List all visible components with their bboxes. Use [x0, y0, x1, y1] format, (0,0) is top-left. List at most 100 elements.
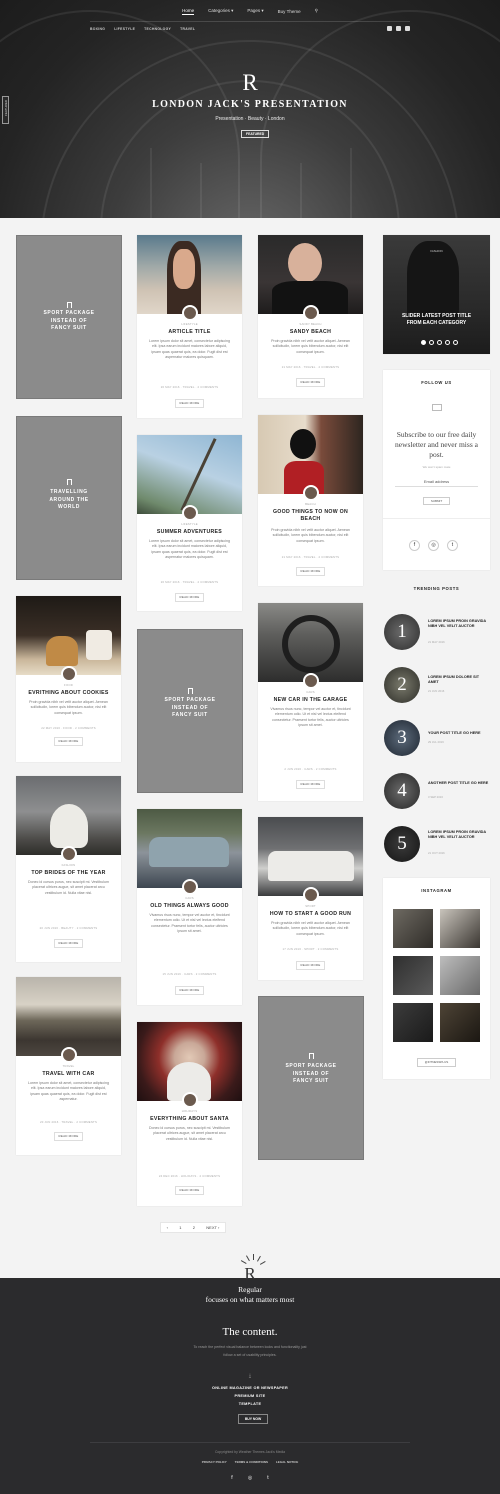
- privacy-policy-link[interactable]: PRIVACY POLICY: [202, 1460, 227, 1464]
- instagram-icon[interactable]: ◎: [428, 540, 439, 551]
- post-image-old-car[interactable]: [137, 809, 242, 888]
- pagination-page-2[interactable]: 2: [193, 1225, 195, 1230]
- avatar[interactable]: [182, 505, 198, 521]
- post-image-travel[interactable]: [16, 977, 121, 1056]
- nav-categories[interactable]: Categories ▾: [208, 8, 233, 14]
- post-category[interactable]: BEACH: [258, 502, 363, 506]
- twitter-icon[interactable]: [405, 26, 410, 31]
- read-more-button[interactable]: READ MORE: [54, 737, 83, 746]
- post-title[interactable]: SUMMER ADVENTURES: [143, 529, 236, 536]
- trending-number[interactable]: 5: [384, 826, 420, 862]
- post-image-cookies[interactable]: [16, 596, 121, 675]
- gray-card[interactable]: SPORT PACKAGE INSTEAD OF FANCY SUIT: [258, 996, 364, 1160]
- slider-title[interactable]: SLIDER LATEST POST TITLE FROM EACH CATEG…: [401, 313, 472, 327]
- post-image-article[interactable]: [137, 235, 242, 314]
- avatar[interactable]: [61, 1047, 77, 1063]
- read-more-button[interactable]: READ MORE: [54, 939, 83, 948]
- subnav-boxing[interactable]: BOXING: [90, 27, 105, 31]
- post-category[interactable]: HOLIDAYS: [137, 1109, 242, 1113]
- twitter-icon[interactable]: t: [447, 540, 458, 551]
- instagram-photo[interactable]: [393, 956, 433, 995]
- pagination-page-1[interactable]: 1: [179, 1225, 181, 1230]
- subnav-technology[interactable]: TECHNOLOGY: [144, 27, 171, 31]
- avatar[interactable]: [182, 1092, 198, 1108]
- legal-notice-link[interactable]: LEGAL NOTICE: [276, 1460, 298, 1464]
- post-image-summer[interactable]: [137, 435, 242, 514]
- post-title[interactable]: EVERYTHING ABOUT SANTA: [143, 1116, 236, 1123]
- post-category[interactable]: FOOD: [16, 683, 121, 687]
- submit-button[interactable]: SUBMIT: [423, 497, 450, 505]
- post-category[interactable]: TRAVEL: [16, 1064, 121, 1068]
- post-title[interactable]: NEW CAR IN THE GARAGE: [264, 697, 357, 704]
- post-image-santa[interactable]: [137, 1022, 242, 1101]
- buy-now-button[interactable]: BUY NOW: [238, 1414, 268, 1424]
- instagram-photo[interactable]: [440, 909, 480, 948]
- slider-dot[interactable]: [453, 340, 458, 345]
- post-category[interactable]: SPORT: [258, 904, 363, 908]
- trending-post-title[interactable]: LOREM IPSUM PROIN GRAVIDA NIBH VEL VELIT…: [428, 830, 490, 841]
- subnav-travel[interactable]: TRAVEL: [180, 27, 195, 31]
- search-icon[interactable]: ⚲: [315, 8, 318, 14]
- trending-number[interactable]: 4: [384, 773, 420, 809]
- post-image-run[interactable]: [258, 817, 363, 896]
- nav-pages[interactable]: Pages ▾: [247, 8, 263, 14]
- read-more-button[interactable]: READ MORE: [296, 567, 325, 576]
- nav-home[interactable]: Home: [182, 8, 195, 15]
- slider-dot[interactable]: [429, 340, 434, 345]
- facebook-icon[interactable]: [387, 26, 392, 31]
- read-more-button[interactable]: READ MORE: [175, 1186, 204, 1195]
- trending-number[interactable]: 3: [384, 720, 420, 756]
- facebook-icon[interactable]: f: [409, 540, 420, 551]
- gray-card[interactable]: SPORT PACKAGE INSTEAD OF FANCY SUIT: [16, 235, 122, 399]
- post-image-new-car[interactable]: [258, 603, 363, 682]
- slider-dot[interactable]: [421, 340, 426, 345]
- read-more-button[interactable]: READ MORE: [54, 1132, 83, 1141]
- slider-widget[interactable]: FASHION SLIDER LATEST POST TITLE FROM EA…: [383, 235, 490, 354]
- post-title[interactable]: TOP BRIDES OF THE YEAR: [22, 870, 115, 877]
- post-title[interactable]: HOW TO START A GOOD RUN: [264, 911, 357, 918]
- avatar[interactable]: [61, 846, 77, 862]
- post-category[interactable]: SANDY BEACH: [258, 322, 363, 326]
- trending-number[interactable]: 1: [384, 614, 420, 650]
- avatar[interactable]: [182, 305, 198, 321]
- email-field[interactable]: Email address: [395, 476, 478, 487]
- gray-card[interactable]: SPORT PACKAGE INSTEAD OF FANCY SUIT: [137, 629, 243, 793]
- read-more-button[interactable]: READ MORE: [296, 780, 325, 789]
- read-more-button[interactable]: READ MORE: [175, 986, 204, 995]
- instagram-icon[interactable]: [396, 26, 401, 31]
- avatar[interactable]: [182, 879, 198, 895]
- read-more-button[interactable]: READ MORE: [175, 399, 204, 408]
- slider-dot[interactable]: [437, 340, 442, 345]
- read-more-button[interactable]: READ MORE: [175, 593, 204, 602]
- post-image-sandy-beach[interactable]: [258, 235, 363, 314]
- instagram-photo[interactable]: [393, 1003, 433, 1042]
- footer-logo[interactable]: R: [0, 1264, 500, 1284]
- pagination-next[interactable]: NEXT ›: [206, 1225, 219, 1230]
- avatar[interactable]: [303, 485, 319, 501]
- gray-card[interactable]: TRAVELLING AROUND THE WORLD: [16, 416, 122, 580]
- trending-number[interactable]: 2: [384, 667, 420, 703]
- post-category[interactable]: FASHION: [16, 863, 121, 867]
- slider-dot[interactable]: [445, 340, 450, 345]
- post-title[interactable]: EVRITHING ABOUT COOKIES: [22, 690, 115, 697]
- post-image-bride[interactable]: [16, 776, 121, 855]
- post-title[interactable]: GOOD THINGS TO NOW ON BEACH: [264, 509, 357, 522]
- hero-title[interactable]: LONDON JACK'S PRESENTATION: [0, 99, 500, 110]
- read-more-button[interactable]: READ MORE: [296, 378, 325, 387]
- pagination-prev[interactable]: ‹: [167, 1225, 168, 1230]
- facebook-icon[interactable]: f: [228, 1474, 236, 1482]
- avatar[interactable]: [61, 666, 77, 682]
- instagram-handle-button[interactable]: @FITNESSPLUS: [417, 1058, 456, 1067]
- post-category[interactable]: CARS: [137, 896, 242, 900]
- post-category[interactable]: CARS: [258, 690, 363, 694]
- avatar[interactable]: [303, 673, 319, 689]
- instagram-photo[interactable]: [440, 1003, 480, 1042]
- post-title[interactable]: ARTICLE TITLE: [143, 329, 236, 336]
- terms-link[interactable]: TERMS & CONDITIONS: [235, 1460, 268, 1464]
- nav-buy-theme[interactable]: Buy Theme: [278, 9, 301, 14]
- instagram-photo[interactable]: [440, 956, 480, 995]
- trending-post-title[interactable]: YOUR POST TITLE GO HERE: [428, 731, 490, 736]
- site-logo[interactable]: R: [0, 70, 500, 96]
- instagram-icon[interactable]: ◎: [246, 1474, 254, 1482]
- post-category[interactable]: LIFESTYLE: [137, 522, 242, 526]
